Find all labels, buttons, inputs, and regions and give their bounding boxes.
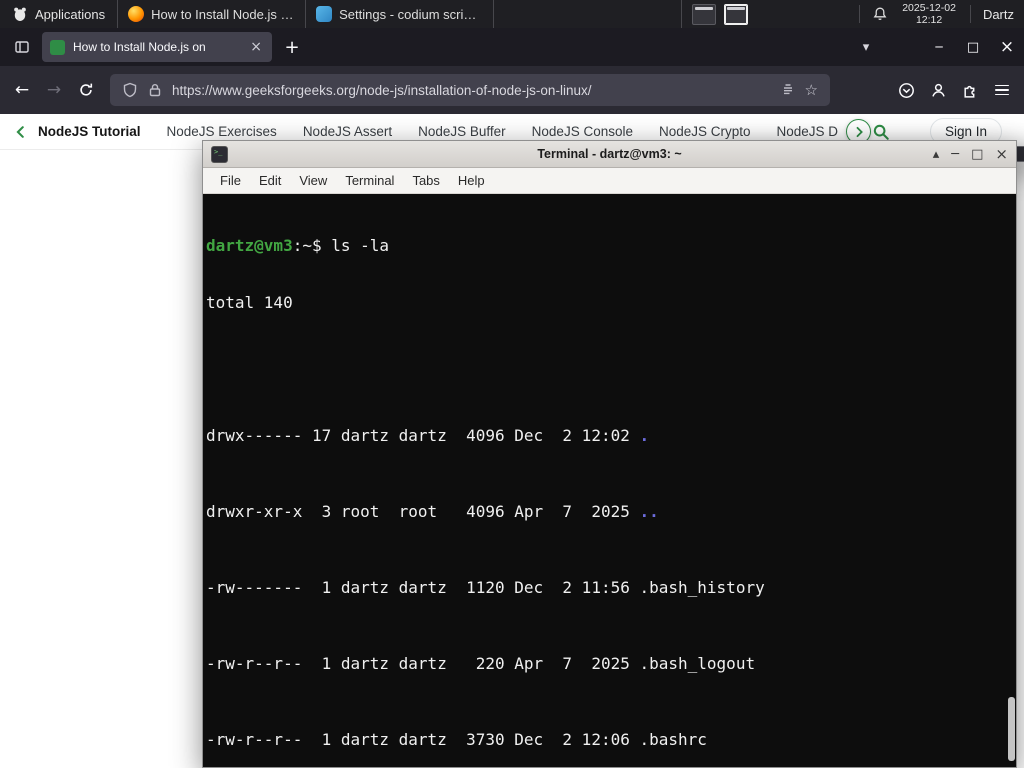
file-attributes: -rw-r--r-- 1 dartz dartz 3730 Dec 2 12:0…	[206, 730, 640, 749]
bookmark-star-icon[interactable]: ☆	[805, 81, 818, 99]
applications-menu[interactable]: Applications	[0, 0, 119, 28]
terminal-title-bar[interactable]: Terminal - dartz@vm3: ~ ▴ ─ □ ×	[203, 141, 1016, 168]
file-attributes: -rw------- 1 dartz dartz 1120 Dec 2 11:5…	[206, 578, 640, 597]
file-name: .	[639, 426, 650, 445]
taskbar-window-button[interactable]: Terminal - dartz@vm3: ~	[494, 0, 1024, 162]
file-name: ..	[639, 502, 659, 521]
taskbar-window-button[interactable]: Settings - codium script...	[306, 0, 495, 28]
file-name: .bash_logout	[639, 654, 756, 673]
applications-icon	[12, 6, 28, 22]
reader-mode-icon[interactable]	[780, 82, 796, 98]
terminal-scrollbar[interactable]	[1006, 194, 1016, 767]
terminal-menu-bar: File Edit View Terminal Tabs Help	[203, 168, 1016, 194]
taskbar-window-button[interactable]: How to Install Node.js o...	[118, 0, 307, 28]
file-attributes: -rw-r--r-- 1 dartz dartz 220 Apr 7 2025	[206, 654, 640, 673]
terminal-menu-item[interactable]: Edit	[250, 173, 290, 188]
panel-clock[interactable]: 2025-12-02 12:12	[894, 2, 964, 26]
tab-title: How to Install Node.js on	[73, 40, 241, 54]
lock-icon[interactable]	[147, 82, 163, 98]
tab-close-icon[interactable]: ×	[248, 39, 264, 55]
browser-minimize-button[interactable]: ─	[922, 32, 956, 62]
terminal-menu-item[interactable]: View	[290, 173, 336, 188]
terminal-total-line: total 140	[206, 293, 293, 312]
site-nav-items: NodeJS Tutorial NodeJS Exercises NodeJS …	[38, 124, 838, 139]
tracking-protection-shield-icon[interactable]	[122, 82, 138, 98]
file-name: .bash_history	[639, 578, 765, 597]
tray-active-window-icon[interactable]	[724, 3, 749, 25]
terminal-output-line: drwxr-xr-x 3 root root 4096 Apr 7 2025 .…	[206, 502, 1016, 521]
terminal-shade-button[interactable]: ▴	[933, 148, 940, 161]
panel-tray	[682, 3, 758, 25]
terminal-menu-item[interactable]: File	[211, 173, 250, 188]
new-tab-button[interactable]: +	[278, 33, 306, 61]
extensions-puzzle-icon[interactable]	[954, 72, 986, 108]
firefox-view-icon[interactable]	[8, 33, 36, 61]
terminal-command: ls -la	[331, 236, 390, 255]
taskbar-window-icon	[128, 6, 145, 22]
url-text[interactable]: https://www.geeksforgeeks.org/node-js/in…	[172, 83, 771, 98]
clock-time: 12:12	[915, 14, 943, 26]
back-button[interactable]: ←	[6, 72, 38, 108]
menu-hamburger-icon[interactable]	[986, 72, 1018, 108]
panel-right: 2025-12-02 12:12 Dartz	[853, 0, 1024, 28]
file-name: .bashrc	[639, 730, 707, 749]
site-nav-item[interactable]: NodeJS Assert	[303, 124, 392, 139]
terminal-window-icon	[211, 145, 228, 163]
site-nav-item[interactable]: NodeJS Console	[532, 124, 633, 139]
save-to-pocket-icon[interactable]	[890, 72, 922, 108]
site-search-icon[interactable]	[872, 123, 890, 141]
site-nav-item[interactable]: NodeJS Crypto	[659, 124, 751, 139]
applications-label: Applications	[35, 6, 106, 22]
reload-button[interactable]	[70, 72, 102, 108]
browser-tab[interactable]: How to Install Node.js on ×	[42, 32, 272, 62]
terminal-title: Terminal - dartz@vm3: ~	[537, 147, 682, 161]
tab-favicon	[50, 39, 65, 55]
panel-user-menu[interactable]: Dartz	[977, 7, 1024, 22]
taskbar-window-label: How to Install Node.js o...	[151, 6, 296, 22]
terminal-maximize-button[interactable]: □	[971, 148, 983, 161]
browser-maximize-button[interactable]: □	[956, 32, 990, 62]
browser-nav-toolbar: ← → https://www.geeksforgeeks.org/node-j…	[0, 66, 1024, 114]
terminal-window-controls: ▴ ─ □ ×	[933, 146, 1008, 161]
site-nav-item[interactable]: NodeJS DNS	[777, 124, 838, 139]
tray-terminal-icon[interactable]	[692, 3, 717, 25]
terminal-close-button[interactable]: ×	[995, 146, 1008, 161]
terminal-listing: drwx------ 17 dartz dartz 4096 Dec 2 12:…	[206, 350, 1016, 767]
list-all-tabs-chevron-icon[interactable]: ▾	[852, 33, 880, 61]
terminal-menu-item[interactable]: Tabs	[403, 173, 448, 188]
terminal-output-line: -rw------- 1 dartz dartz 1120 Dec 2 11:5…	[206, 578, 1016, 597]
prompt-separator: :~$	[292, 236, 332, 255]
desktop-top-panel: Applications How to Install Node.js o...…	[0, 0, 1024, 162]
terminal-window: Terminal - dartz@vm3: ~ ▴ ─ □ × File Edi…	[202, 140, 1017, 768]
terminal-menu-item[interactable]: Terminal	[336, 173, 403, 188]
clock-date: 2025-12-02	[902, 2, 956, 14]
forward-button[interactable]: →	[38, 72, 70, 108]
site-nav-item[interactable]: NodeJS Exercises	[167, 124, 277, 139]
panel-separator	[969, 5, 971, 23]
browser-tab-bar: How to Install Node.js on × + ▾ ─ □ ×	[0, 28, 1024, 66]
terminal-output-line: -rw-r--r-- 1 dartz dartz 220 Apr 7 2025 …	[206, 654, 1016, 673]
terminal-output[interactable]: dartz@vm3:~$ ls -la total 140 drwx------…	[203, 194, 1016, 767]
terminal-output-line: -rw-r--r-- 1 dartz dartz 3730 Dec 2 12:0…	[206, 730, 1016, 749]
desktop: Applications How to Install Node.js o...…	[0, 0, 1024, 768]
taskbar-window-label: Settings - codium script...	[339, 6, 484, 22]
account-icon[interactable]	[922, 72, 954, 108]
file-attributes: drwxr-xr-x 3 root root 4096 Apr 7 2025	[206, 502, 640, 521]
terminal-minimize-button[interactable]: ─	[951, 148, 959, 161]
taskbar-window-icon	[316, 6, 333, 22]
prompt-user-host: dartz@vm3	[206, 236, 293, 255]
terminal-output-line: drwx------ 17 dartz dartz 4096 Dec 2 12:…	[206, 426, 1016, 445]
terminal-prompt-line: dartz@vm3:~$ ls -la	[206, 236, 1016, 255]
taskbar: How to Install Node.js o... Settings - c…	[118, 0, 1024, 162]
browser-close-button[interactable]: ×	[990, 32, 1024, 62]
terminal-scrollbar-thumb[interactable]	[1008, 697, 1015, 761]
panel-separator	[859, 5, 861, 23]
site-nav-item[interactable]: NodeJS Tutorial	[38, 124, 141, 139]
notification-bell-icon[interactable]	[866, 6, 894, 22]
site-nav-item[interactable]: NodeJS Buffer	[418, 124, 506, 139]
site-nav-back-chevron-icon[interactable]	[14, 125, 28, 139]
url-bar[interactable]: https://www.geeksforgeeks.org/node-js/in…	[110, 74, 830, 106]
file-attributes: drwx------ 17 dartz dartz 4096 Dec 2 12:…	[206, 426, 640, 445]
terminal-menu-item[interactable]: Help	[449, 173, 494, 188]
